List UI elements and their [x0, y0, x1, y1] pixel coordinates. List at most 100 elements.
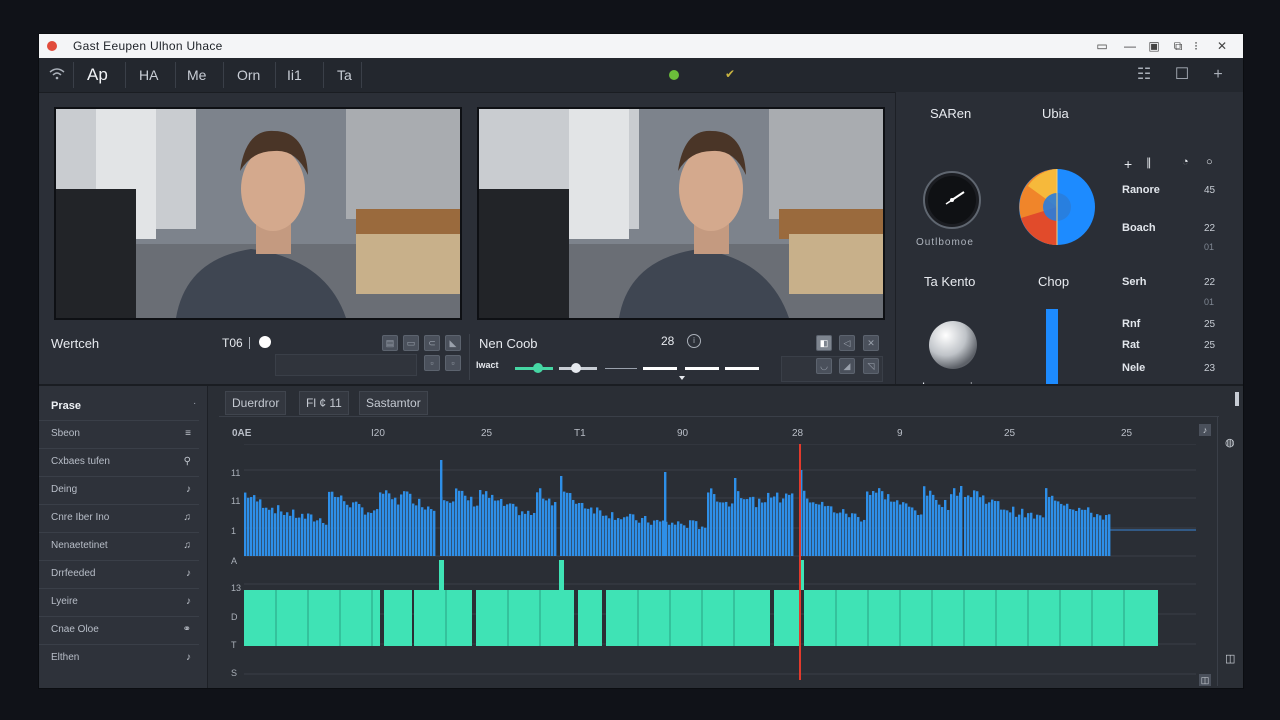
note-icon: ♪: [186, 596, 191, 607]
left-ctrl-button-4[interactable]: ◣: [445, 335, 461, 351]
track-settings-icon[interactable]: ◍: [1225, 436, 1235, 449]
sidebar-item[interactable]: Cnae Oloe ⚭: [39, 616, 199, 645]
waveform-bar: [899, 504, 902, 556]
knob-icon[interactable]: [928, 320, 978, 370]
sidebar-item[interactable]: Cxbaes tufen ⚲: [39, 448, 199, 477]
video-clip: [578, 590, 602, 646]
tab-ii1[interactable]: Ii1: [287, 64, 302, 86]
waveform-bar: [653, 520, 656, 556]
left-ctrl-button-6[interactable]: ▫: [445, 355, 461, 371]
slider-track[interactable]: [643, 367, 677, 370]
left-input-field[interactable]: [275, 354, 417, 376]
right-ctrl-button-2[interactable]: ◁: [839, 335, 855, 351]
add-icon[interactable]: +: [1124, 156, 1132, 172]
timeline-tab-2[interactable]: Fl ¢ 11: [299, 391, 349, 415]
waveform-bar: [671, 522, 674, 556]
right-ctrl-button-6[interactable]: ◹: [863, 358, 879, 374]
waveform-bar: [391, 499, 394, 556]
prop-value-ranore[interactable]: 45: [1204, 185, 1215, 196]
right-ctrl-button-4[interactable]: ◡: [816, 358, 832, 374]
right-ctrl-button-5[interactable]: ◢: [839, 358, 855, 374]
minimize-icon[interactable]: —: [1119, 37, 1141, 55]
waveform-bar: [997, 501, 1000, 556]
timeline-tab-1[interactable]: Duerdror: [225, 391, 287, 415]
right-ctrl-button-3[interactable]: ✕: [863, 335, 879, 351]
scrollbar-thumb[interactable]: [1235, 392, 1239, 406]
scroll-corner-icon[interactable]: ◫: [1199, 674, 1211, 686]
waveform-bar: [1099, 515, 1102, 556]
clock-dial-icon[interactable]: [922, 170, 982, 230]
pause-icon[interactable]: ∥: [1146, 156, 1152, 169]
waveform-bar: [779, 502, 782, 556]
left-ctrl-button-2[interactable]: ▭: [403, 335, 419, 351]
waveform-bar: [818, 504, 821, 556]
sidebar-item[interactable]: Drrfeeded ♪: [39, 560, 199, 589]
prop-value-nele[interactable]: 23: [1204, 363, 1215, 374]
prop-value-rnf[interactable]: 25: [1204, 319, 1215, 330]
list-icon[interactable]: ☷: [1135, 66, 1153, 84]
track-canvas[interactable]: [244, 444, 1204, 680]
waveform-bar: [304, 518, 307, 556]
tile-icon[interactable]: ▣: [1143, 37, 1165, 55]
waveform-bar: [382, 493, 385, 556]
green-slider-thumb[interactable]: [533, 363, 543, 373]
video-preview-right[interactable]: [477, 107, 885, 320]
sidebar-item[interactable]: Lyeire ♪: [39, 588, 199, 617]
waveform-bar: [1024, 517, 1027, 556]
waveform-bar: [806, 498, 809, 556]
video-right-label: Nen Coob: [479, 336, 538, 351]
divider: [1217, 416, 1218, 686]
left-ctrl-button-3[interactable]: ⊂: [424, 335, 440, 351]
sidebar-item[interactable]: Nenaetetinet ♫: [39, 532, 199, 561]
square-icon[interactable]: ☐: [1173, 66, 1191, 84]
close-icon[interactable]: ✕: [1211, 37, 1233, 55]
timer-icon[interactable]: ◔: [1182, 156, 1189, 168]
tab-ha[interactable]: HA: [139, 64, 158, 86]
right-ctrl-button-1[interactable]: ◧: [816, 335, 832, 351]
prop-value-boach[interactable]: 22: [1204, 223, 1215, 234]
window-title: Gast Eeupen Ulhon Uhace: [73, 39, 223, 53]
tab-ap[interactable]: Ap: [87, 64, 108, 86]
waveform-bar: [551, 505, 554, 556]
wifi-icon[interactable]: [49, 68, 65, 80]
waveform-bar: [866, 491, 869, 556]
sidebar-item[interactable]: Cnre Iber Ino ♫: [39, 504, 199, 533]
waveform-bar: [1036, 514, 1039, 556]
track-export-icon[interactable]: ◫: [1225, 652, 1235, 665]
toolbar-divider: [175, 62, 176, 88]
record-toggle[interactable]: [259, 336, 271, 348]
prop-value-serh[interactable]: 22: [1204, 277, 1215, 288]
tab-orn[interactable]: Orn: [237, 64, 260, 86]
left-ctrl-button-1[interactable]: ▤: [382, 335, 398, 351]
white-slider-thumb[interactable]: [571, 363, 581, 373]
ruler-label: 9: [897, 428, 903, 439]
slider-track[interactable]: [605, 368, 637, 369]
sidebar: Prase · Sbeon ≡ Cxbaes tufen ⚲ Deing ♪ Cnre…: [39, 386, 208, 688]
slider-track[interactable]: [725, 367, 759, 370]
timeline-tab-3[interactable]: Sastamtor: [359, 391, 428, 415]
sidebar-item[interactable]: Elthen ♪: [39, 644, 199, 672]
sidebar-item-label: Cnae Oloe: [51, 624, 99, 635]
sidebar-item[interactable]: Deing ♪: [39, 476, 199, 505]
sidebar-item[interactable]: Sbeon ≡: [39, 420, 199, 449]
waveform-bar: [1075, 510, 1078, 556]
add-icon[interactable]: +: [1209, 66, 1227, 84]
waveform-bar: [976, 491, 979, 556]
video-left-value: T06: [222, 336, 243, 350]
ruler-menu-icon[interactable]: ♪: [1199, 424, 1211, 436]
left-ctrl-button-5[interactable]: ▫: [424, 355, 440, 371]
more-icon[interactable]: ⁝: [1185, 37, 1207, 55]
waveform-bar: [452, 501, 455, 556]
waveform-bar: [659, 521, 662, 556]
record-icon[interactable]: ○: [1206, 156, 1213, 168]
tab-me[interactable]: Me: [187, 64, 206, 86]
slider-track[interactable]: [685, 367, 719, 370]
waveform-bar: [635, 520, 638, 556]
waveform-bar: [728, 506, 731, 556]
pie-gauge[interactable]: [1018, 168, 1096, 246]
tab-ta[interactable]: Ta: [337, 64, 352, 86]
video-preview-left[interactable]: [54, 107, 462, 320]
prop-value-rat[interactable]: 25: [1204, 340, 1215, 351]
info-icon[interactable]: i: [687, 334, 701, 348]
restore-icon[interactable]: ▭: [1091, 37, 1113, 55]
